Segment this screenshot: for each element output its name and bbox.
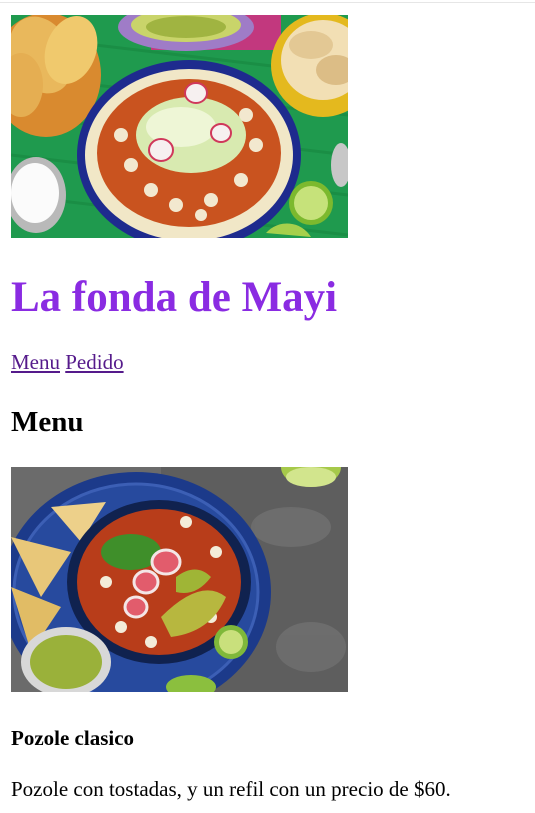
site-title: La fonda de Mayi [11, 274, 338, 321]
nav-link-pedido[interactable]: Pedido [65, 350, 123, 374]
nav-link-menu[interactable]: Menu [11, 350, 60, 374]
dish-image [11, 467, 348, 692]
menu-heading: Menu [11, 406, 84, 438]
dish-name: Pozole clasico [11, 726, 135, 750]
main-nav: Menu Pedido [11, 349, 124, 375]
top-divider [0, 2, 535, 3]
hero-image [11, 15, 348, 238]
dish-description: Pozole con tostadas, y un refil con un p… [11, 777, 451, 801]
